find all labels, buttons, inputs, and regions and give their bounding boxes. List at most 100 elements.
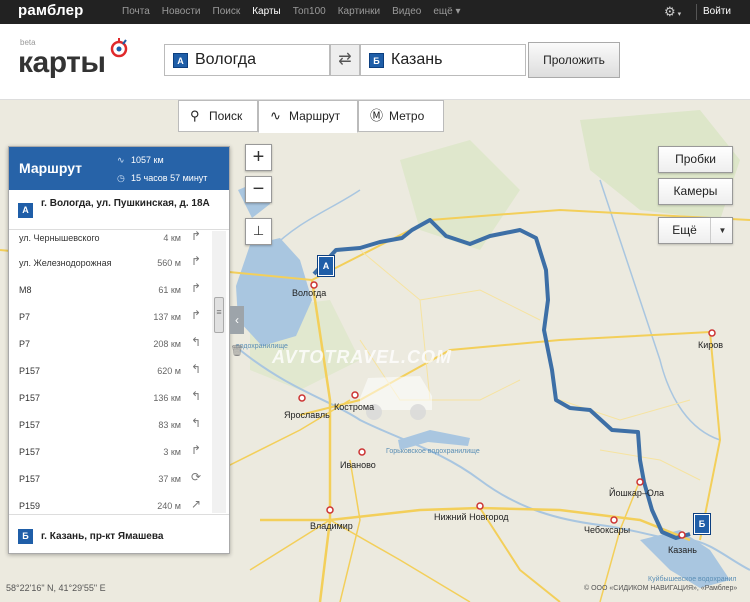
route-pin-a[interactable]: А bbox=[317, 255, 335, 277]
traffic-button[interactable]: Пробки bbox=[658, 146, 733, 173]
turn-left-icon: ↰ bbox=[190, 389, 202, 403]
route-duration-value: 15 часов 57 минут bbox=[131, 173, 208, 183]
to-marker-label: Б bbox=[369, 53, 384, 68]
road bbox=[249, 519, 471, 602]
to-input[interactable] bbox=[391, 50, 521, 70]
city-marker bbox=[476, 502, 484, 510]
city-kirov: Киров bbox=[698, 340, 724, 350]
step-distance: 37 км bbox=[158, 474, 181, 484]
zoom-in-button[interactable]: + bbox=[245, 144, 272, 171]
secondary-road bbox=[559, 399, 701, 481]
nav-maps[interactable]: Карты bbox=[246, 0, 287, 24]
route-step[interactable]: ул. Железнодорожная 560 м ↱ bbox=[9, 249, 209, 276]
tab-metro[interactable]: Ⓜ Метро bbox=[358, 100, 444, 132]
start-marker-label: А bbox=[18, 203, 33, 218]
step-distance: 61 км bbox=[158, 285, 181, 295]
topbar-divider bbox=[696, 4, 697, 20]
step-road: Р7 bbox=[19, 312, 31, 322]
gear-icon[interactable]: ⚙ ▾ bbox=[664, 4, 690, 20]
route-step[interactable]: ул. Чернышевского 4 км ↱ bbox=[9, 229, 209, 251]
from-input[interactable] bbox=[195, 50, 325, 70]
step-distance: 4 км bbox=[163, 233, 181, 243]
nav-search[interactable]: Поиск bbox=[207, 0, 247, 24]
route-panel: Маршрут ∿ 1057 км ◷ 15 часов 57 минут А г.… bbox=[8, 146, 230, 554]
route-step[interactable]: Р157 83 км ↰ bbox=[9, 411, 209, 438]
route-step[interactable]: Р157 3 км ↱ bbox=[9, 438, 209, 465]
from-field[interactable]: А bbox=[164, 44, 330, 76]
ruler-icon[interactable]: ⊥ bbox=[245, 218, 272, 245]
turn-right-icon: ↱ bbox=[190, 281, 202, 295]
route-step[interactable]: Р157 136 км ↰ bbox=[9, 384, 209, 411]
watermark-car-icon bbox=[360, 376, 432, 420]
step-distance: 136 км bbox=[153, 393, 181, 403]
city-marker bbox=[636, 478, 644, 486]
step-road: Р157 bbox=[19, 393, 41, 403]
nav-news[interactable]: Новости bbox=[156, 0, 207, 24]
step-road: Р159 bbox=[19, 501, 41, 511]
from-marker-label: А bbox=[173, 53, 188, 68]
route-steps-list[interactable]: ул. Чернышевского 4 км ↱ ул. Железнодоро… bbox=[9, 229, 229, 515]
login-link[interactable]: Войти bbox=[703, 0, 731, 24]
road bbox=[599, 479, 641, 602]
clock-icon: ◷ bbox=[117, 173, 125, 183]
route-start[interactable]: А г. Вологда, ул. Пушкинская, д. 18А bbox=[9, 190, 229, 228]
zoom-out-button[interactable]: − bbox=[245, 176, 272, 203]
route-icon: ∿ bbox=[270, 108, 281, 123]
route-step[interactable]: Р7 137 км ↱ bbox=[9, 303, 209, 330]
turn-right-icon: ↱ bbox=[190, 443, 202, 457]
step-distance: 3 км bbox=[163, 447, 181, 457]
collapse-panel-icon[interactable]: ‹ bbox=[230, 306, 244, 334]
city-marker bbox=[610, 516, 618, 524]
chevron-down-icon[interactable]: ▼ bbox=[713, 218, 732, 243]
nav-more[interactable]: ещё ▾ bbox=[427, 0, 466, 24]
scrollbar-thumb[interactable] bbox=[214, 297, 224, 333]
step-distance: 240 м bbox=[157, 501, 181, 511]
route-pin-b[interactable]: Б bbox=[693, 513, 711, 535]
step-distance: 560 м bbox=[157, 258, 181, 268]
cameras-button[interactable]: Камеры bbox=[658, 178, 733, 205]
cursor-coordinates: 58°22'16" N, 41°29'55" E bbox=[6, 583, 106, 593]
city-kazan: Казань bbox=[668, 545, 697, 555]
route-step[interactable]: Р157 620 м ↰ bbox=[9, 357, 209, 384]
trash-icon[interactable]: 🗑 bbox=[230, 344, 244, 362]
city-ivanovo: Иваново bbox=[340, 460, 376, 470]
watermark-text: AVTOTRAVEL.COM bbox=[272, 347, 452, 367]
build-route-button[interactable]: Проложить bbox=[528, 42, 620, 78]
route-step[interactable]: Р157 37 км ⟳ bbox=[9, 465, 209, 492]
rambler-logo[interactable]: рамблер bbox=[18, 2, 84, 19]
to-field[interactable]: Б bbox=[360, 44, 526, 76]
start-address: г. Вологда, ул. Пушкинская, д. 18А bbox=[41, 198, 210, 209]
city-vladimir: Владимир bbox=[310, 521, 353, 531]
route-duration: ◷ 15 часов 57 минут bbox=[117, 173, 207, 184]
city-kostroma: Кострома bbox=[334, 402, 375, 412]
nav-images[interactable]: Картинки bbox=[332, 0, 386, 24]
city-yaroslavl: Ярославль bbox=[284, 410, 330, 420]
more-layers-button[interactable]: Ещё ▼ bbox=[658, 217, 733, 244]
step-distance: 620 м bbox=[157, 366, 181, 376]
city-vologda: Вологда bbox=[292, 288, 327, 298]
swap-icon[interactable]: ⇄ bbox=[330, 44, 360, 76]
step-distance: 208 км bbox=[153, 339, 181, 349]
city-yoshkar-ola: Йошкар–Ола bbox=[609, 488, 665, 498]
route-distance-value: 1057 км bbox=[131, 155, 164, 165]
tab-search[interactable]: ⚲ Поиск bbox=[178, 100, 258, 132]
nav-video[interactable]: Видео bbox=[386, 0, 427, 24]
route-step[interactable]: М8 61 км ↱ bbox=[9, 276, 209, 303]
step-road: Р157 bbox=[19, 420, 41, 430]
maps-logo-icon bbox=[110, 38, 128, 58]
turn-right-icon: ↱ bbox=[190, 229, 202, 243]
tab-route[interactable]: ∿ Маршрут bbox=[258, 100, 358, 133]
route-end[interactable]: Б г. Казань, пр-кт Ямашева bbox=[9, 519, 229, 553]
distance-icon: ∿ bbox=[117, 155, 125, 165]
route-step[interactable]: Р7 208 км ↰ bbox=[9, 330, 209, 357]
roundabout-icon: ⟳ bbox=[190, 470, 202, 484]
header: beta карты А ⇄ Б Проложить bbox=[0, 24, 750, 100]
city-marker bbox=[708, 329, 716, 337]
nav-mail[interactable]: Почта bbox=[116, 0, 156, 24]
route-step[interactable]: Р159 240 м ↗ bbox=[9, 492, 209, 514]
step-road: М8 bbox=[19, 285, 32, 295]
nav-top100[interactable]: Топ100 bbox=[287, 0, 332, 24]
turn-left-icon: ↰ bbox=[190, 335, 202, 349]
step-distance: 137 км bbox=[153, 312, 181, 322]
steps-scrollbar[interactable] bbox=[212, 231, 226, 513]
